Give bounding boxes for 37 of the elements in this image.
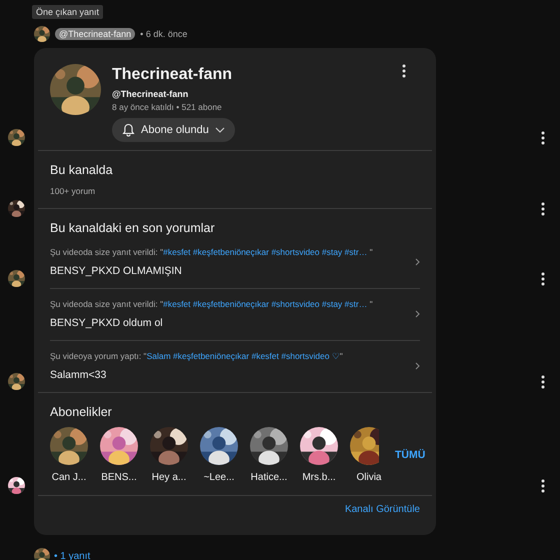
comment-text: BENSY_PKXD oldum ol xyxy=(50,317,164,329)
channel-name[interactable]: Olivia xyxy=(356,472,382,483)
comment-context: Şu videoya yorum yaptı: "Salam #keşfetbeniöneçıkar #kesfet #shortsvideo ♡" xyxy=(50,351,344,361)
bell-icon xyxy=(122,123,135,137)
comment-text: Salamm<33 xyxy=(50,369,108,381)
channel-name: Thecrineat-fann xyxy=(112,66,234,84)
more-icon[interactable] xyxy=(541,479,545,493)
channel-name[interactable]: Hatice... xyxy=(250,472,288,483)
chevron-icon[interactable] xyxy=(415,258,420,266)
see-all-link[interactable]: TÜMÜ xyxy=(395,449,426,461)
section-title: Abonelikler xyxy=(50,405,113,419)
channel-name[interactable]: Mrs.b... xyxy=(302,472,336,483)
subscribed-button[interactable]: Abone olundu xyxy=(112,118,235,142)
channel-meta: 8 ay önce katıldı • 521 abone xyxy=(112,102,223,112)
section-title: Bu kanalda xyxy=(50,163,114,177)
chevron-icon[interactable] xyxy=(415,310,420,318)
comment-time: • 6 dk. önce xyxy=(140,29,188,39)
channel-name[interactable]: ~Lee... xyxy=(204,472,234,483)
channel-name[interactable]: Hey a... xyxy=(152,472,186,483)
channel-name[interactable]: BENS... xyxy=(101,472,137,483)
more-icon[interactable] xyxy=(541,375,545,389)
channel-name[interactable]: Can J... xyxy=(52,472,86,483)
comment-context: Şu videoda size yanıt verildi: "#kesfet #keşfetbeniöneçıkar #shortsvideo #stay #str… " xyxy=(50,247,374,257)
channel-handle: @Thecrineat-fann xyxy=(112,89,190,99)
chevron-icon[interactable] xyxy=(415,362,420,370)
featured-reply-label: Öne çıkan yanıt xyxy=(32,5,104,19)
comment-context: Şu videoda size yanıt verildi: "#kesfet #keşfetbeniöneçıkar #shortsvideo #stay #str… " xyxy=(50,299,374,309)
section-title: Bu kanaldaki en son yorumlar xyxy=(50,221,216,235)
view-channel-link[interactable]: Kanalı Görüntüle xyxy=(332,496,432,523)
more-icon[interactable] xyxy=(541,202,545,216)
chevron-down-icon xyxy=(214,127,225,133)
author-handle[interactable]: @Thecrineat-fann xyxy=(55,28,136,40)
more-icon[interactable] xyxy=(541,272,545,286)
more-icon[interactable] xyxy=(541,131,545,145)
more-icon[interactable] xyxy=(402,64,406,78)
comment-text: BENSY_PKXD OLMAMIŞIN xyxy=(50,265,183,277)
comment-count: 100+ yorum xyxy=(50,186,96,196)
